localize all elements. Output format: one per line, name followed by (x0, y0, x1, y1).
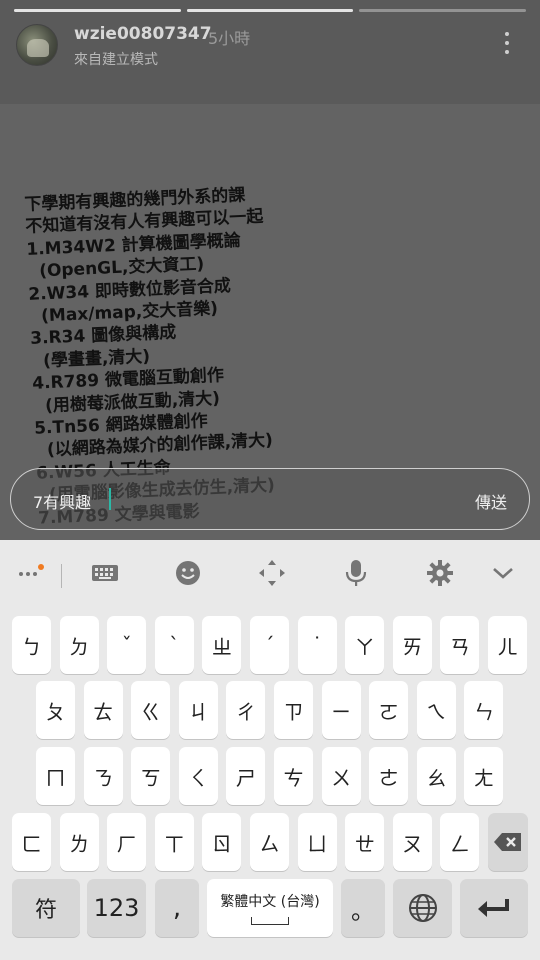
emoji-icon[interactable] (173, 558, 203, 588)
key-row4[interactable]: ㄙ (250, 813, 289, 871)
key-row2[interactable]: ㄧ (321, 681, 361, 739)
enter-key[interactable] (460, 879, 528, 937)
key-row2[interactable]: ㄗ (274, 681, 313, 739)
enter-icon (478, 899, 509, 917)
progress-segment (359, 9, 527, 12)
key-row3[interactable]: ㄑ (178, 747, 218, 805)
key-row2[interactable]: ㄍ (131, 681, 171, 739)
post-time: 5小時 (208, 29, 251, 48)
toolbar-divider (61, 564, 62, 588)
keyboard: ㄅㄉ ˇ ˋ ㄓ ˊ ˙ ㄚㄞㄢㄦㄆㄊㄍㄐㄔㄗㄧㄛㄟㄣㄇㄋㄎㄑㄕㄘㄨㄜㄠㄤㄈㄌㄏㄒㄖㄙㄩㄝㄡ… (0, 540, 540, 960)
key-row3[interactable]: ㄇ (36, 747, 75, 805)
key-row2[interactable]: ㄣ (464, 681, 504, 739)
key-row2[interactable]: ㄐ (178, 681, 218, 739)
user-avatar[interactable] (16, 24, 58, 66)
key-row4[interactable]: ㄡ (392, 813, 432, 871)
key-row4[interactable]: ㄖ (202, 813, 242, 871)
post-subtitle: 來自建立模式 (74, 52, 158, 68)
key-row3[interactable]: ㄨ (321, 747, 361, 805)
key-row2[interactable]: ㄆ (36, 681, 75, 739)
key-row4[interactable]: ㄩ (297, 813, 337, 871)
symbols-key[interactable]: 符 (12, 879, 80, 937)
key-row1[interactable]: ˇ (107, 616, 147, 674)
mic-icon[interactable] (341, 558, 371, 588)
collapse-chevron-icon[interactable] (488, 558, 518, 588)
key-row1[interactable]: ˊ (250, 616, 289, 674)
key-row4[interactable]: ㄏ (107, 813, 147, 871)
story-header: wzie00807347 5小時 來自建立模式 (0, 0, 540, 104)
key-row2[interactable]: ㄛ (369, 681, 409, 739)
more-options-icon[interactable] (505, 32, 511, 54)
story-progress (14, 9, 527, 12)
key-row1[interactable]: ˙ (297, 616, 337, 674)
key-row4[interactable]: ㄌ (59, 813, 99, 871)
key-row2[interactable]: ㄔ (226, 681, 266, 739)
key-row4[interactable]: ㄥ (440, 813, 480, 871)
key-row3[interactable]: ㄜ (369, 747, 409, 805)
key-row4[interactable]: ㄝ (345, 813, 385, 871)
globe-icon (408, 894, 437, 922)
language-key[interactable] (393, 879, 452, 937)
backspace-key[interactable] (488, 813, 528, 871)
key-row3[interactable]: ㄘ (274, 747, 313, 805)
keyboard-icon[interactable] (90, 558, 120, 588)
key-row3[interactable]: ㄕ (226, 747, 266, 805)
key-row3[interactable]: ㄎ (131, 747, 171, 805)
progress-segment (14, 9, 181, 12)
key-row1[interactable]: ㄚ (345, 616, 385, 674)
progress-segment (186, 9, 354, 12)
key-row3[interactable]: ㄠ (416, 747, 456, 805)
more-dots-icon[interactable] (16, 558, 46, 588)
reply-bar: 7有興趣 傳送 (10, 468, 530, 530)
username[interactable]: wzie00807347 (74, 24, 212, 44)
cursor-move-icon[interactable] (257, 558, 287, 588)
key-row2[interactable]: ㄊ (83, 681, 123, 739)
reply-input[interactable]: 7有興趣 (33, 489, 91, 513)
keyboard-toolbar (0, 540, 540, 604)
key-row4[interactable]: ㄈ (12, 813, 51, 871)
key-row1[interactable]: ㄞ (392, 616, 432, 674)
numbers-key[interactable]: 123 (87, 879, 146, 937)
key-row1[interactable]: ㄢ (440, 616, 480, 674)
key-row1[interactable]: ㄅ (12, 616, 51, 674)
space-key[interactable]: 繁體中文 (台灣) (207, 879, 333, 937)
key-row2[interactable]: ㄟ (416, 681, 456, 739)
key-row3[interactable]: ㄤ (464, 747, 504, 805)
period-key[interactable]: 。 (341, 879, 385, 937)
key-row1[interactable]: ㄉ (59, 616, 99, 674)
space-bar-glyph (251, 917, 289, 925)
space-key-label: 繁體中文 (台灣) (220, 894, 320, 910)
key-row4[interactable]: ㄒ (154, 813, 194, 871)
comma-key[interactable]: , (155, 879, 199, 937)
notification-dot (38, 564, 44, 570)
key-row1[interactable]: ˋ (154, 616, 194, 674)
settings-icon[interactable] (425, 558, 455, 588)
key-row3[interactable]: ㄋ (83, 747, 123, 805)
send-button[interactable]: 傳送 (475, 489, 507, 513)
backspace-icon (494, 833, 521, 851)
text-cursor (109, 488, 111, 510)
key-row1[interactable]: ㄓ (202, 616, 242, 674)
key-row1[interactable]: ㄦ (488, 616, 527, 674)
